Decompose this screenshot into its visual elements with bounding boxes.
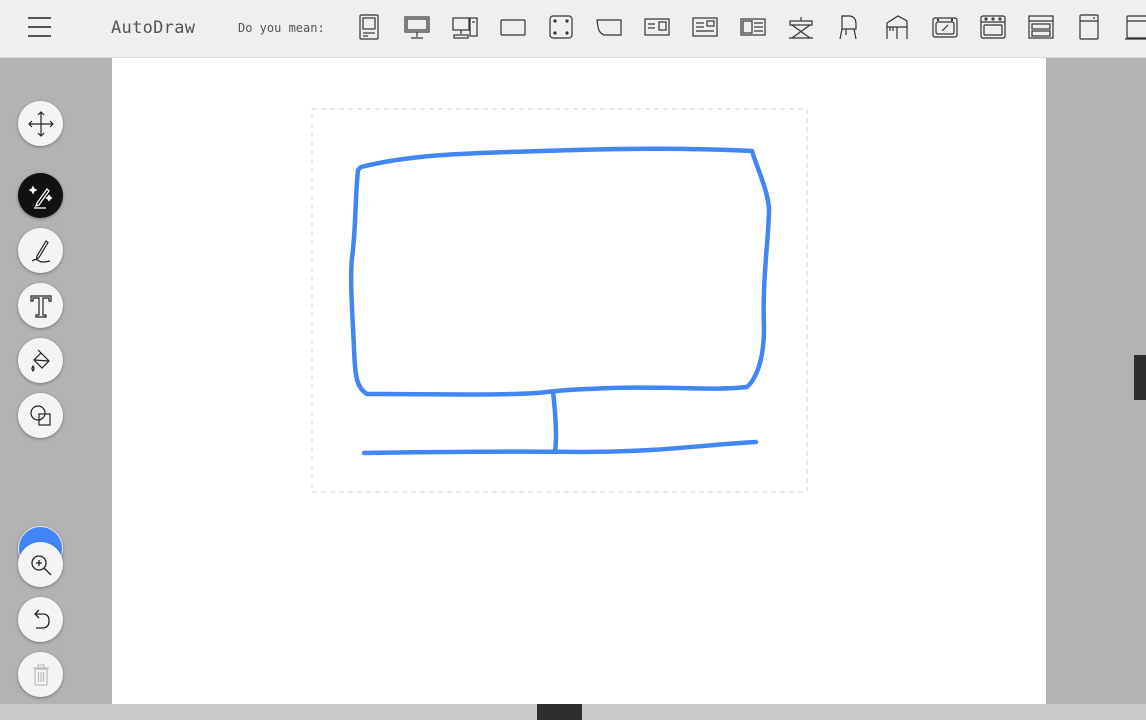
- suggestion-curved-screen-icon[interactable]: [596, 12, 622, 42]
- text-icon: [29, 294, 52, 318]
- pencil-icon: [31, 239, 50, 263]
- tool-rail: [0, 58, 112, 704]
- suggestion-desktop-monitor-icon[interactable]: [404, 12, 430, 42]
- hamburger-menu-icon[interactable]: [28, 17, 51, 37]
- suggestion-id-card-icon[interactable]: [644, 12, 670, 42]
- suggestion-oven-icon[interactable]: [980, 12, 1006, 42]
- autodraw-tool[interactable]: [18, 173, 63, 218]
- app-title: AutoDraw: [111, 18, 196, 38]
- zoom-tool[interactable]: [18, 542, 63, 587]
- suggestion-keyboard-stand-icon[interactable]: [788, 12, 814, 42]
- undo-icon: [33, 609, 50, 629]
- move-tool[interactable]: [18, 101, 63, 146]
- suggestion-computer-tower-icon[interactable]: [356, 12, 382, 42]
- zoom-icon: [30, 554, 51, 575]
- drawing-canvas[interactable]: [112, 58, 1046, 704]
- suggestion-refrigerator-icon[interactable]: [1076, 12, 1102, 42]
- suggestion-piano-icon[interactable]: [836, 12, 862, 42]
- suggestion-postcard-icon[interactable]: [740, 12, 766, 42]
- fill-tool[interactable]: [18, 338, 63, 383]
- top-bar: AutoDraw Do you mean:: [0, 0, 1146, 58]
- paint-bucket-icon: [30, 349, 50, 372]
- suggestion-rectangle-screen-icon[interactable]: [500, 12, 526, 42]
- shape-tool[interactable]: [18, 393, 63, 438]
- suggestion-stove-icon[interactable]: [1028, 12, 1054, 42]
- draw-tool[interactable]: [18, 228, 63, 273]
- suggestions-label: Do you mean:: [238, 21, 325, 35]
- magic-pencil-icon: [28, 185, 53, 209]
- right-gutter: [1046, 58, 1146, 704]
- suggestion-dishwasher-icon[interactable]: [1124, 12, 1146, 42]
- suggestion-dice-icon[interactable]: [548, 12, 574, 42]
- monitor-sketch: [348, 146, 772, 456]
- vertical-scrollbar-thumb[interactable]: [1134, 355, 1146, 400]
- text-tool[interactable]: [18, 283, 63, 328]
- suggestion-grand-piano-icon[interactable]: [884, 12, 910, 42]
- selection-bounding-box: [311, 108, 808, 493]
- suggestion-document-icon[interactable]: [692, 12, 718, 42]
- trash-icon: [32, 663, 49, 686]
- move-icon: [27, 110, 54, 137]
- delete-tool[interactable]: [18, 652, 63, 697]
- shapes-icon: [29, 404, 51, 426]
- suggestion-microwave-icon[interactable]: [932, 12, 958, 42]
- undo-tool[interactable]: [18, 597, 63, 642]
- horizontal-scrollbar-thumb[interactable]: [537, 704, 582, 720]
- suggestion-desktop-computer-icon[interactable]: [452, 12, 478, 42]
- suggestion-list: [356, 12, 1146, 44]
